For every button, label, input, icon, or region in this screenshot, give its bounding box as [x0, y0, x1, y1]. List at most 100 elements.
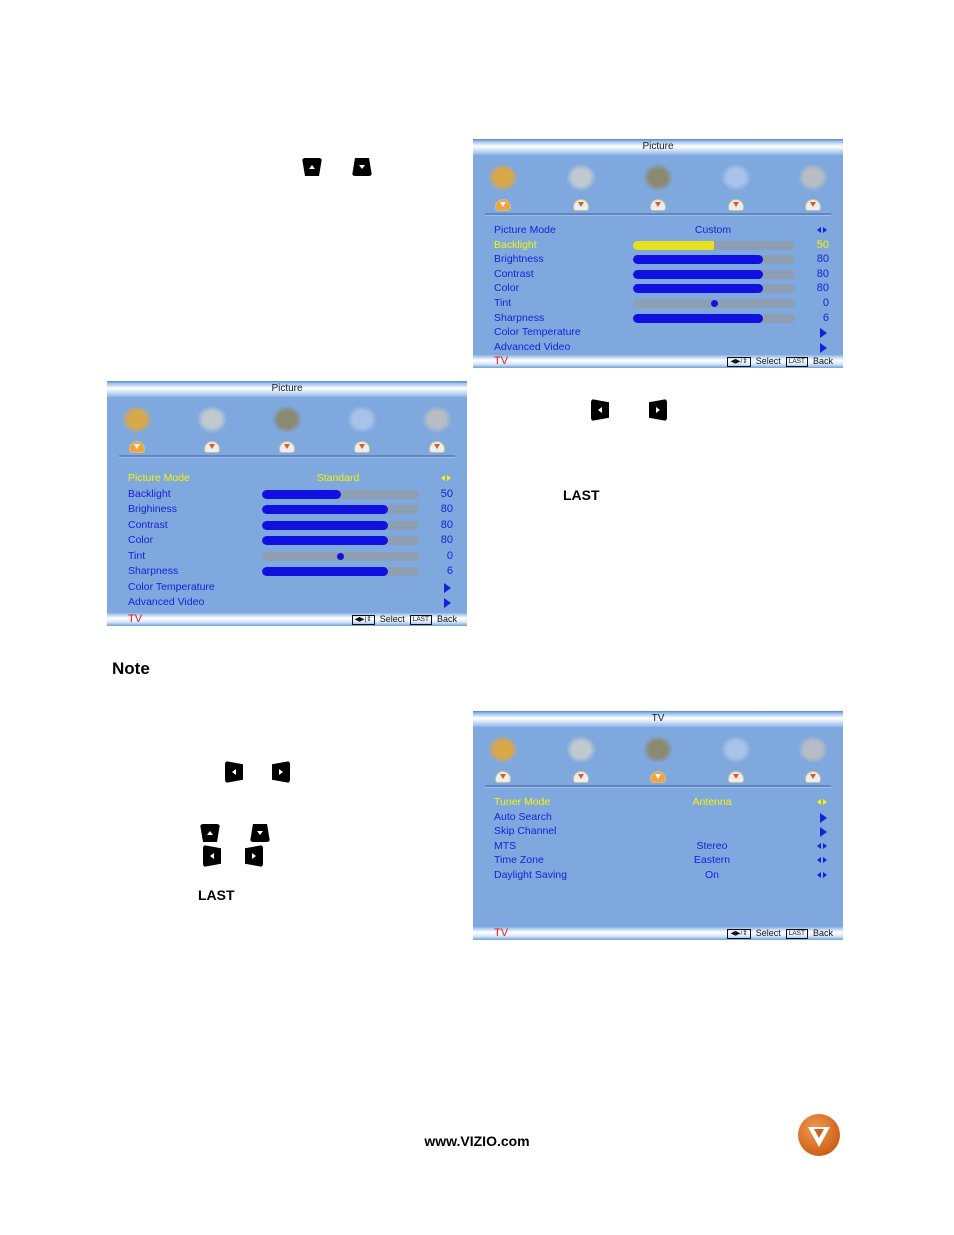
left-right-arrows-icon: [817, 799, 827, 806]
menu-item-advanced-video[interactable]: Advanced Video: [107, 595, 467, 611]
menu-item-label: Time Zone: [494, 854, 544, 867]
menu-item-advanced-video[interactable]: Advanced Video: [473, 340, 843, 355]
menu-item-label: Color Temperature: [494, 326, 581, 339]
menu-item-backlight[interactable]: Backlight 50: [107, 487, 467, 503]
menu-item-time-zone[interactable]: Time Zone Eastern: [473, 853, 843, 868]
menu-item-label: Contrast: [494, 267, 534, 280]
slider-tint[interactable]: [633, 298, 795, 308]
osd-tab-setup[interactable]: [714, 729, 758, 787]
slider-tint[interactable]: [262, 551, 419, 561]
slider-brightness[interactable]: [633, 255, 795, 265]
osd-tab-audio[interactable]: [559, 729, 603, 787]
osd-tab-tv[interactable]: [636, 729, 680, 787]
osd-tab-bar: [107, 399, 467, 457]
tv-icon: [640, 733, 676, 763]
slider-color[interactable]: [633, 284, 795, 294]
slider-fill: [262, 567, 388, 576]
slider-brighiness[interactable]: [262, 505, 419, 514]
menu-item-label: Tint: [128, 549, 146, 562]
menu-item-brightness[interactable]: Brightness 80: [473, 252, 843, 267]
slider-color[interactable]: [262, 536, 419, 545]
menu-item-daylight-saving[interactable]: Daylight Saving On: [473, 868, 843, 883]
menu-item-tuner-mode[interactable]: Tuner Mode Antenna: [473, 795, 843, 810]
menu-item-color-temperature[interactable]: Color Temperature: [473, 325, 843, 340]
submenu-arrow-icon: [820, 342, 827, 353]
tab-marker-icon: [129, 441, 145, 453]
select-hint-label: Select: [755, 356, 781, 366]
osd-divider: [485, 785, 831, 788]
osd-title: TV: [473, 711, 843, 727]
menu-item-value: Standard: [316, 472, 360, 484]
menu-item-contrast[interactable]: Contrast 80: [107, 518, 467, 534]
setup-icon: [344, 403, 380, 433]
slider-backlight[interactable]: [633, 240, 795, 250]
menu-item-skip-channel[interactable]: Skip Channel: [473, 824, 843, 839]
select-key-icon: ◀▶/⇕: [727, 356, 751, 367]
osd-tab-tv[interactable]: [636, 157, 680, 215]
osd-tab-bar: [473, 157, 843, 215]
osd-tab-tv[interactable]: [265, 399, 309, 457]
last-key-icon: LAST: [409, 614, 432, 625]
slider-contrast[interactable]: [262, 520, 419, 530]
osd-tab-picture[interactable]: [481, 157, 525, 215]
slider-fill: [262, 489, 341, 499]
osd-tab-picture[interactable]: [481, 729, 525, 787]
picture-icon: [485, 733, 521, 763]
audio-icon: [562, 733, 599, 763]
menu-item-mts[interactable]: MTS Stereo: [473, 839, 843, 854]
menu-item-color-temperature[interactable]: Color Temperature: [107, 580, 467, 596]
menu-item-label: Contrast: [128, 518, 168, 531]
menu-item-contrast[interactable]: Contrast 80: [473, 267, 843, 282]
osd-tab-setup[interactable]: [714, 157, 758, 215]
parental-icon: [419, 403, 455, 433]
osd-title: Picture: [473, 139, 843, 155]
slider-knob[interactable]: [337, 552, 344, 560]
slider-contrast[interactable]: [633, 269, 795, 279]
menu-item-value: Stereo: [696, 839, 728, 852]
menu-item-label: Advanced Video: [128, 596, 205, 608]
menu-item-backlight[interactable]: Backlight 50: [473, 238, 843, 253]
osd-tab-parental[interactable]: [791, 157, 835, 215]
slider-sharpness[interactable]: [262, 567, 419, 576]
menu-item-sharpness[interactable]: Sharpness 6: [107, 564, 467, 580]
osd-tab-parental[interactable]: [791, 729, 835, 787]
menu-item-color[interactable]: Color 80: [473, 281, 843, 296]
slider-backlight[interactable]: [262, 489, 419, 499]
osd-tab-setup[interactable]: [340, 399, 384, 457]
setup-icon: [717, 161, 754, 191]
tab-marker-icon: [572, 771, 589, 783]
slider-fill: [633, 284, 763, 294]
left-right-arrows-icon: [817, 871, 827, 879]
osd-key-hints: ◀▶|⇕ Select LAST Back: [351, 614, 457, 625]
right-arrow-key-icon: [272, 761, 290, 783]
menu-item-color[interactable]: Color 80: [107, 533, 467, 549]
menu-item-picture-mode[interactable]: Picture Mode Standard: [107, 471, 467, 487]
menu-item-picture-mode[interactable]: Picture Mode Custom: [473, 223, 843, 238]
back-hint-label: Back: [812, 356, 833, 366]
tab-marker-icon: [495, 771, 511, 783]
menu-item-tint[interactable]: Tint 0: [473, 296, 843, 311]
slider-sharpness[interactable]: [633, 313, 795, 323]
osd-tab-audio[interactable]: [190, 399, 234, 457]
menu-item-sharpness[interactable]: Sharpness 6: [473, 311, 843, 326]
menu-item-value: Custom: [694, 224, 732, 236]
osd-tab-audio[interactable]: [559, 157, 603, 215]
left-right-arrows-icon: [817, 842, 827, 850]
osd-divider: [485, 213, 831, 216]
slider-knob[interactable]: [710, 299, 718, 307]
menu-item-value: 6: [822, 311, 829, 324]
menu-item-value: 80: [816, 253, 829, 266]
menu-item-label: Auto Search: [494, 810, 552, 823]
osd-tab-picture[interactable]: [115, 399, 159, 457]
tab-marker-icon: [572, 199, 589, 211]
menu-item-tint[interactable]: Tint 0: [107, 549, 467, 565]
osd-footer: TV ◀▶|⇕ Select LAST Back: [107, 613, 467, 626]
osd-tab-bar: [473, 729, 843, 787]
slider-fill: [262, 536, 388, 545]
tv-icon: [269, 403, 305, 433]
menu-item-brighiness[interactable]: Brighiness 80: [107, 502, 467, 518]
tab-marker-icon: [495, 199, 511, 211]
menu-item-auto-search[interactable]: Auto Search: [473, 810, 843, 825]
menu-item-label: Color Temperature: [128, 580, 215, 593]
osd-tab-parental[interactable]: [415, 399, 459, 457]
